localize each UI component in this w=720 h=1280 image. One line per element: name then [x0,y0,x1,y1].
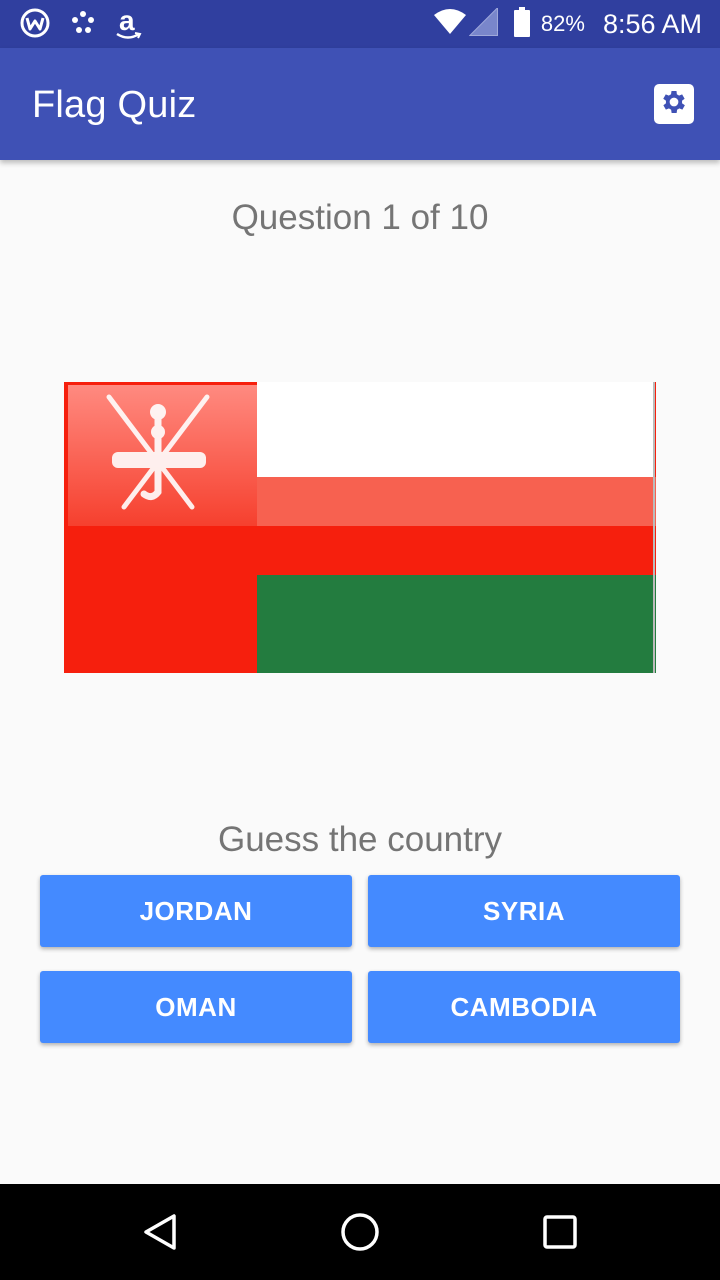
amazon-icon: a [116,5,142,40]
back-button[interactable] [128,1200,192,1264]
back-icon [144,1214,176,1250]
answer-button-cambodia[interactable]: CAMBODIA [368,971,680,1043]
settings-button[interactable] [654,84,694,124]
recents-button[interactable] [528,1200,592,1264]
recents-icon [543,1215,577,1249]
home-icon [341,1213,379,1251]
clock: 8:56 AM [602,8,702,39]
navigation-bar [0,1184,720,1280]
answer-button-oman[interactable]: OMAN [40,971,352,1043]
question-counter: Question 1 of 10 [231,198,489,237]
home-button[interactable] [328,1200,392,1264]
wifi-icon [433,8,467,40]
cell-signal-icon [468,6,499,41]
guess-prompt: Guess the country [217,820,503,859]
status-left-icons: a [20,5,162,43]
status-right-icons: 82% 8:56 AM [433,0,702,48]
wink-app-icon [20,8,50,43]
flag-image [64,382,656,673]
battery-icon [513,6,531,42]
answer-button-syria[interactable]: SYRIA [368,875,680,947]
dots-app-icon [70,10,96,41]
app-title: Flag Quiz [32,84,197,126]
answer-button-jordan[interactable]: JORDAN [40,875,352,947]
battery-percent: 82% [540,11,585,36]
gear-icon [659,87,689,122]
status-bar: a 82% 8:56 AM [0,0,720,48]
app-bar: Flag Quiz [0,48,720,160]
